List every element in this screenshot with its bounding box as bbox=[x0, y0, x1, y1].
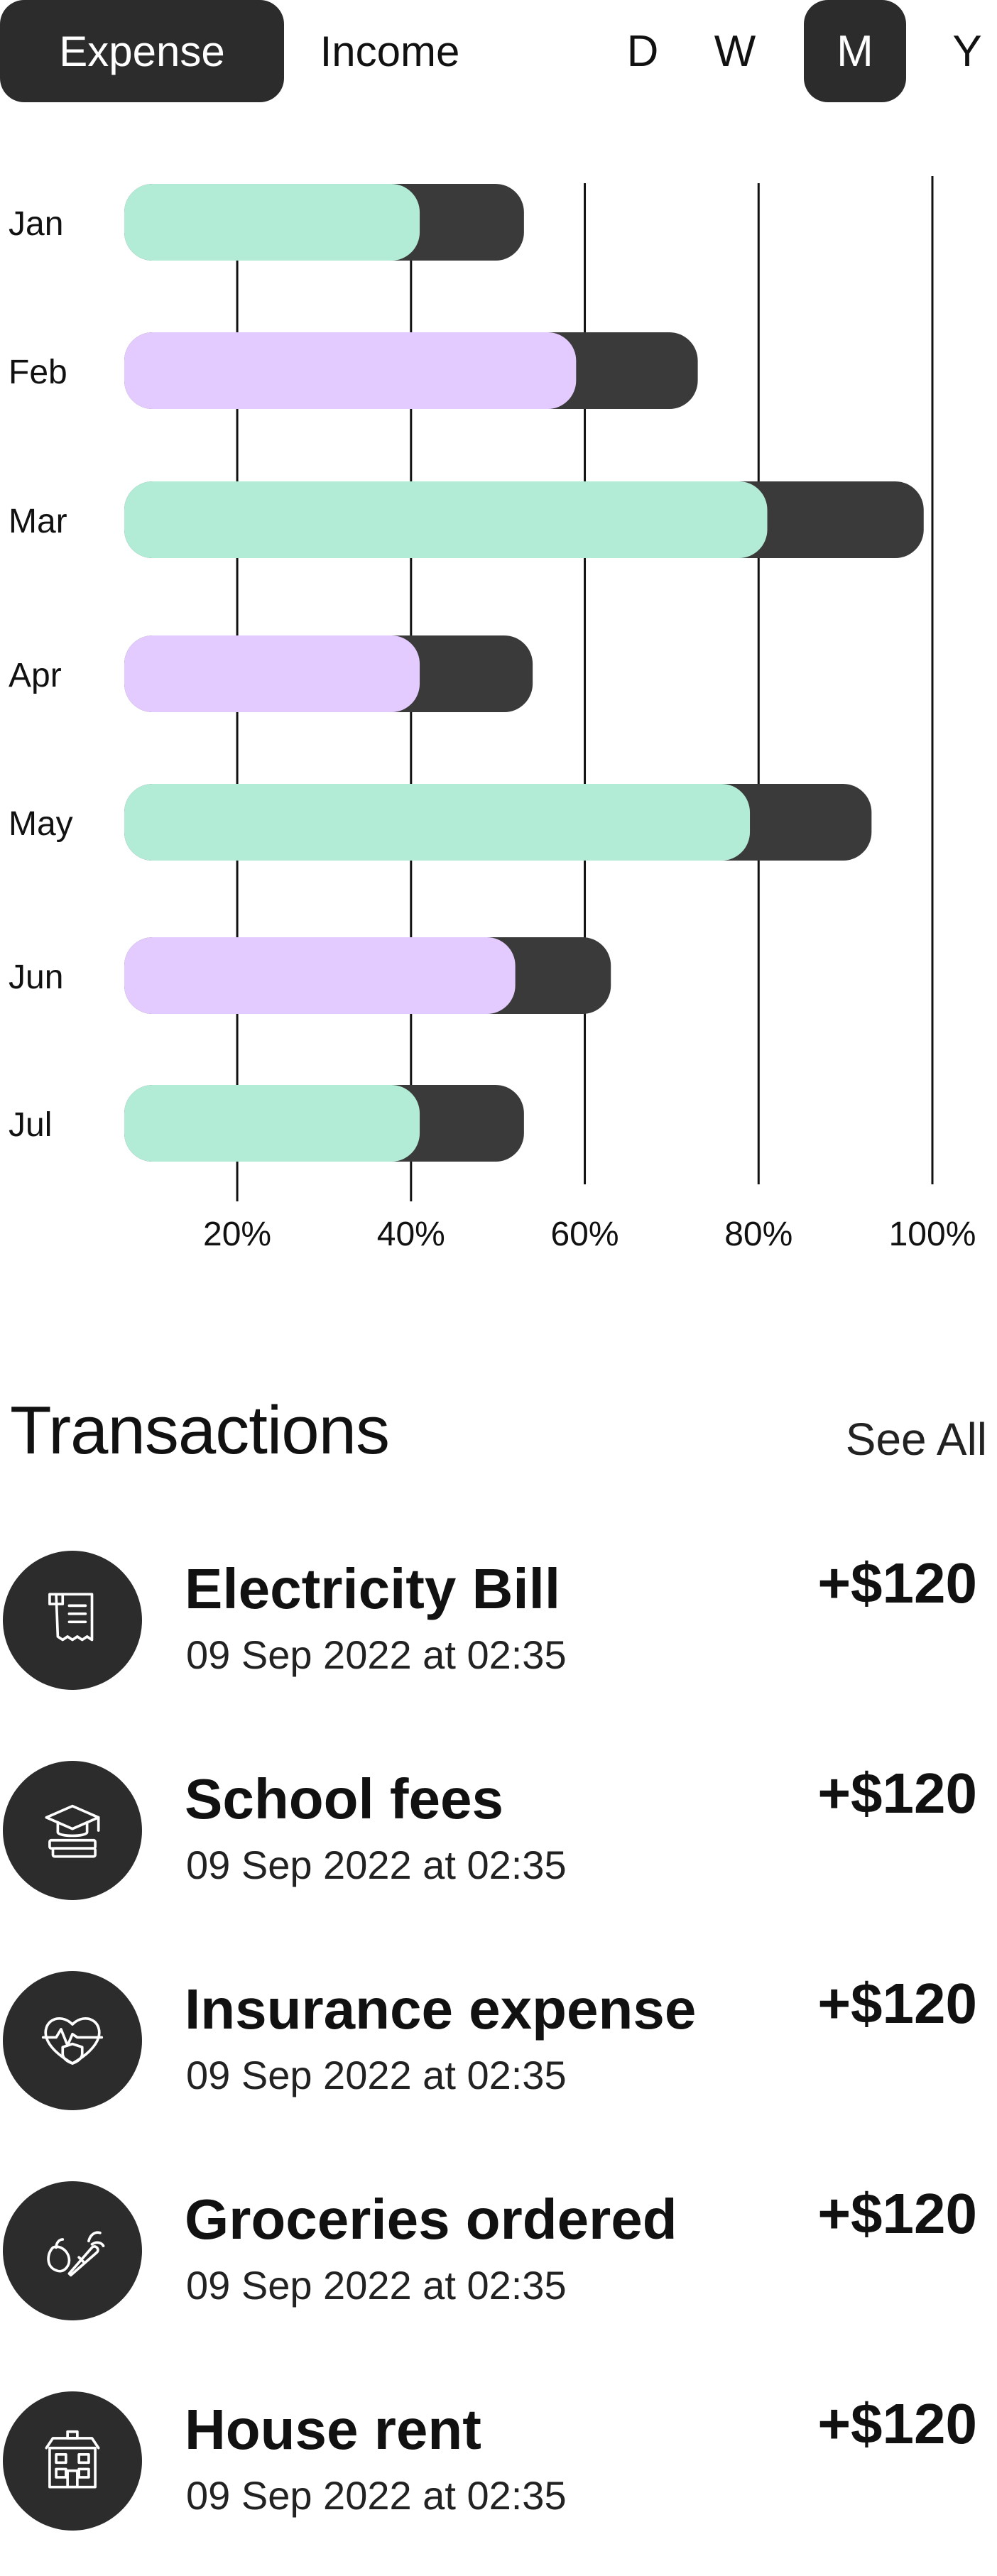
vegetables-icon bbox=[3, 2181, 142, 2320]
expense-tab[interactable]: Expense bbox=[0, 0, 284, 102]
graduation-cap-icon bbox=[3, 1761, 142, 1900]
period-week-button[interactable]: W bbox=[699, 0, 770, 102]
bar-segment bbox=[124, 184, 420, 261]
bar-segment bbox=[124, 635, 420, 712]
monthly-expense-chart: Jan Feb Mar Apr May Jun Jul 20% 40% 60% 80% 100% bbox=[9, 176, 976, 1253]
transaction-amount: +$120 bbox=[817, 2182, 977, 2245]
month-label: May bbox=[9, 805, 73, 843]
month-label: Mar bbox=[9, 503, 67, 540]
x-tick-label: 60% bbox=[550, 1216, 619, 1253]
x-tick-label: 40% bbox=[377, 1216, 445, 1253]
transaction-date: 09 Sep 2022 at 02:35 bbox=[186, 2263, 567, 2308]
transaction-name: School fees bbox=[185, 1767, 504, 1830]
heart-shield-icon bbox=[3, 1971, 142, 2110]
transaction-amount: +$120 bbox=[817, 2392, 977, 2455]
month-label: Feb bbox=[9, 354, 67, 391]
x-tick-label: 20% bbox=[203, 1216, 271, 1253]
bar-segment bbox=[124, 784, 751, 861]
x-tick-label: 100% bbox=[889, 1216, 976, 1253]
period-year-button[interactable]: Y bbox=[937, 0, 997, 102]
month-label: Jan bbox=[9, 205, 63, 243]
transaction-date: 09 Sep 2022 at 02:35 bbox=[186, 2053, 567, 2097]
period-month-button[interactable]: M bbox=[804, 0, 906, 102]
period-day-button[interactable]: D bbox=[611, 0, 675, 102]
transaction-name: Insurance expense bbox=[185, 1977, 697, 2041]
x-tick-label: 80% bbox=[724, 1216, 792, 1253]
see-all-link[interactable]: See All bbox=[846, 1413, 987, 1466]
bar-segment bbox=[124, 481, 768, 558]
bar-segment bbox=[124, 1085, 420, 1162]
transaction-amount: +$120 bbox=[817, 1551, 977, 1615]
transaction-name: Electricity Bill bbox=[185, 1557, 561, 1620]
transactions-title: Transactions bbox=[10, 1392, 390, 1468]
transaction-name: House rent bbox=[185, 2398, 481, 2461]
transaction-row[interactable]: Insurance expense 09 Sep 2022 at 02:35 +… bbox=[0, 1971, 997, 2156]
month-label: Apr bbox=[9, 657, 62, 694]
transaction-amount: +$120 bbox=[817, 1972, 977, 2035]
bar-segment bbox=[124, 332, 577, 409]
transaction-name: Groceries ordered bbox=[185, 2188, 677, 2251]
transaction-row[interactable]: Electricity Bill 09 Sep 2022 at 02:35 +$… bbox=[0, 1551, 997, 1735]
transaction-amount: +$120 bbox=[817, 1762, 977, 1825]
transaction-row[interactable]: House rent 09 Sep 2022 at 02:35 +$120 bbox=[0, 2391, 997, 2576]
bar-segment bbox=[124, 937, 516, 1014]
transaction-date: 09 Sep 2022 at 02:35 bbox=[186, 1632, 567, 1677]
receipt-icon bbox=[3, 1551, 142, 1690]
transaction-row[interactable]: School fees 09 Sep 2022 at 02:35 +$120 bbox=[0, 1761, 997, 1945]
transaction-date: 09 Sep 2022 at 02:35 bbox=[186, 1843, 567, 1887]
transaction-row[interactable]: Groceries ordered 09 Sep 2022 at 02:35 +… bbox=[0, 2181, 997, 2366]
income-tab[interactable]: Income bbox=[287, 0, 493, 102]
month-label: Jul bbox=[9, 1106, 52, 1144]
transaction-date: 09 Sep 2022 at 02:35 bbox=[186, 2473, 567, 2518]
month-label: Jun bbox=[9, 959, 63, 996]
house-icon bbox=[3, 2391, 142, 2531]
